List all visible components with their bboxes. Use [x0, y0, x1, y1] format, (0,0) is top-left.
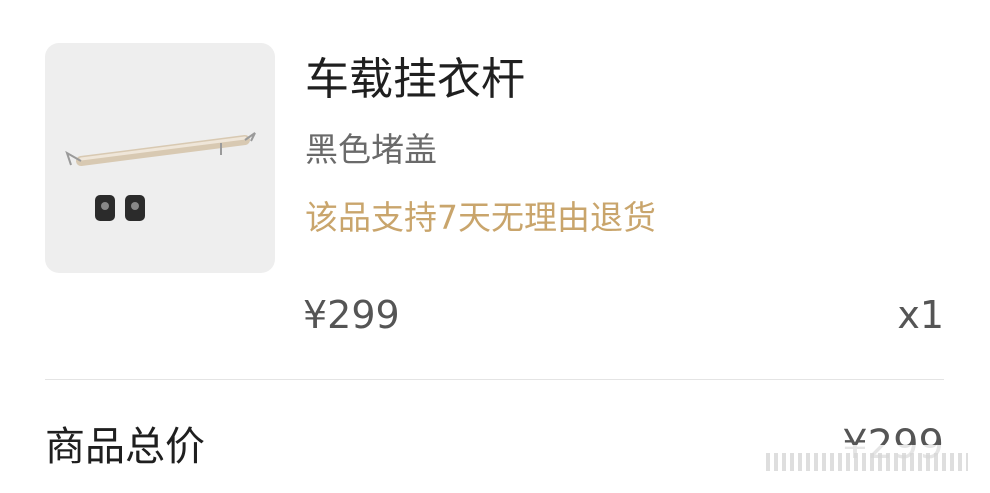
watermark-pattern: [766, 453, 968, 471]
product-quantity: x1: [897, 293, 944, 337]
product-title[interactable]: 车载挂衣杆: [305, 52, 525, 108]
watermark: [758, 445, 976, 479]
divider: [45, 379, 944, 380]
total-label: 商品总价: [45, 424, 205, 470]
return-policy-text: 该品支持7天无理由退货: [305, 198, 656, 237]
product-variant: 黑色堵盖: [305, 130, 437, 169]
hanger-rod-icon: [65, 132, 256, 221]
product-thumbnail[interactable]: [45, 43, 275, 273]
product-price: ¥299: [303, 293, 400, 337]
